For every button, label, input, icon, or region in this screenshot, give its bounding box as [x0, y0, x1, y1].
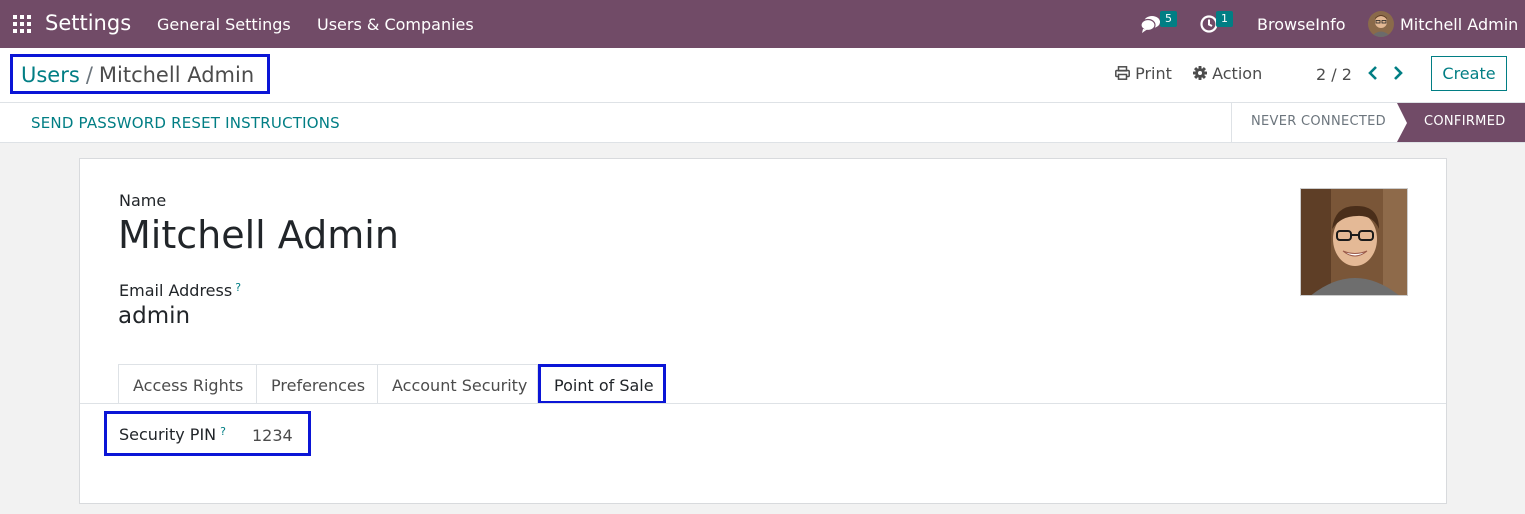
email-label: Email Address?: [119, 281, 241, 300]
security-pin-row: Security PIN? 1234: [104, 411, 311, 456]
breadcrumb-current: Mitchell Admin: [98, 63, 255, 87]
tab-account-security[interactable]: Account Security: [377, 364, 538, 404]
name-label: Name: [119, 191, 167, 210]
user-menu[interactable]: Mitchell Admin: [1400, 15, 1518, 34]
name-field[interactable]: Mitchell Admin: [118, 213, 399, 257]
email-help-tooltip[interactable]: ?: [235, 281, 241, 294]
activities-badge: 1: [1216, 11, 1233, 27]
app-title[interactable]: Settings: [45, 11, 131, 35]
user-avatar[interactable]: [1368, 11, 1394, 37]
security-pin-label: Security PIN?: [119, 425, 226, 444]
action-button[interactable]: Action: [1193, 64, 1262, 83]
messages-badge: 5: [1160, 11, 1177, 27]
breadcrumb-users-link[interactable]: Users: [21, 63, 80, 87]
tabs-divider: [80, 403, 1446, 404]
breadcrumb: Users / Mitchell Admin: [10, 54, 270, 94]
gear-icon: [1193, 66, 1207, 80]
tab-access-rights[interactable]: Access Rights: [118, 364, 257, 404]
stage-arrow-shape: [1397, 103, 1407, 142]
company-switcher[interactable]: BrowseInfo: [1257, 15, 1346, 34]
pager-value[interactable]: 2 / 2: [1316, 65, 1352, 84]
user-photo[interactable]: [1300, 188, 1408, 296]
breadcrumb-separator: /: [85, 63, 93, 87]
chat-icon[interactable]: [1140, 14, 1162, 34]
print-icon: [1115, 66, 1130, 80]
action-label: Action: [1212, 64, 1263, 83]
tab-preferences[interactable]: Preferences: [256, 364, 378, 404]
security-pin-field[interactable]: 1234: [252, 426, 293, 445]
top-navbar: Settings General Settings Users & Compan…: [0, 0, 1525, 48]
stage-never-connected[interactable]: NEVER CONNECTED: [1231, 103, 1401, 142]
create-button[interactable]: Create: [1431, 56, 1507, 91]
menu-general-settings[interactable]: General Settings: [157, 15, 291, 34]
print-label: Print: [1135, 64, 1172, 83]
stage-confirmed[interactable]: CONFIRMED: [1397, 103, 1525, 142]
email-field[interactable]: admin: [118, 303, 190, 329]
control-panel: Users / Mitchell Admin Print Action 2 / 2: [0, 48, 1525, 103]
chevron-right-icon[interactable]: [1391, 65, 1407, 81]
chevron-left-icon[interactable]: [1366, 65, 1382, 81]
status-bar: SEND PASSWORD RESET INSTRUCTIONS NEVER C…: [0, 103, 1525, 143]
send-password-reset-button[interactable]: SEND PASSWORD RESET INSTRUCTIONS: [31, 114, 340, 132]
apps-grid-icon[interactable]: [13, 15, 31, 33]
print-button[interactable]: Print: [1115, 64, 1172, 83]
tab-point-of-sale[interactable]: Point of Sale: [538, 364, 666, 404]
menu-users-companies[interactable]: Users & Companies: [317, 15, 474, 34]
form-sheet: Name Mitchell Admin Email Address? admin…: [79, 158, 1447, 504]
security-pin-label-text: Security PIN: [119, 425, 217, 444]
email-label-text: Email Address: [119, 281, 233, 300]
security-pin-help-tooltip[interactable]: ?: [220, 425, 226, 438]
